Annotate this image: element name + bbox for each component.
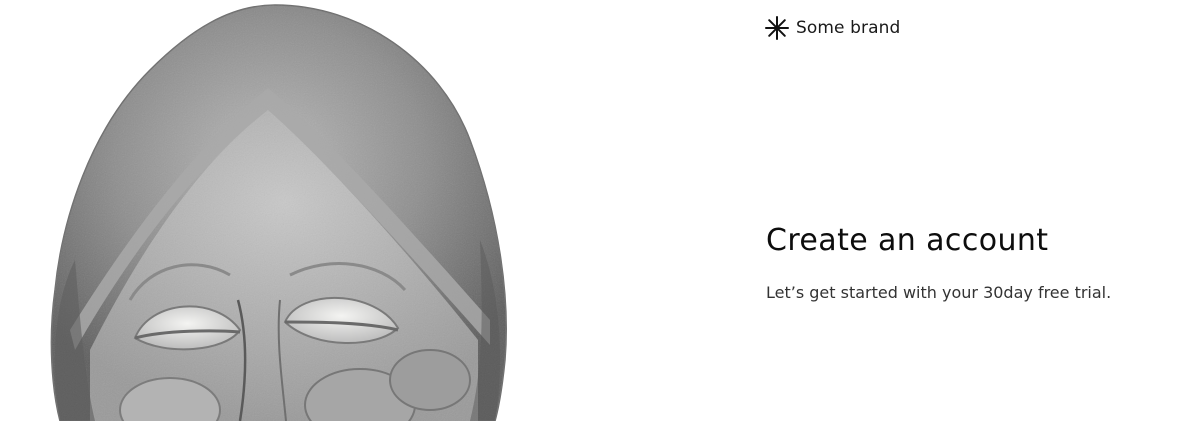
brand-name: Some brand — [796, 18, 901, 38]
brand-logo[interactable]: Some brand — [764, 15, 900, 41]
hero-illustration — [0, 0, 560, 421]
page-subtitle: Let’s get started with your 30day free t… — [766, 283, 1112, 302]
asterisk-icon — [765, 16, 789, 40]
page-title: Create an account — [766, 223, 1049, 258]
